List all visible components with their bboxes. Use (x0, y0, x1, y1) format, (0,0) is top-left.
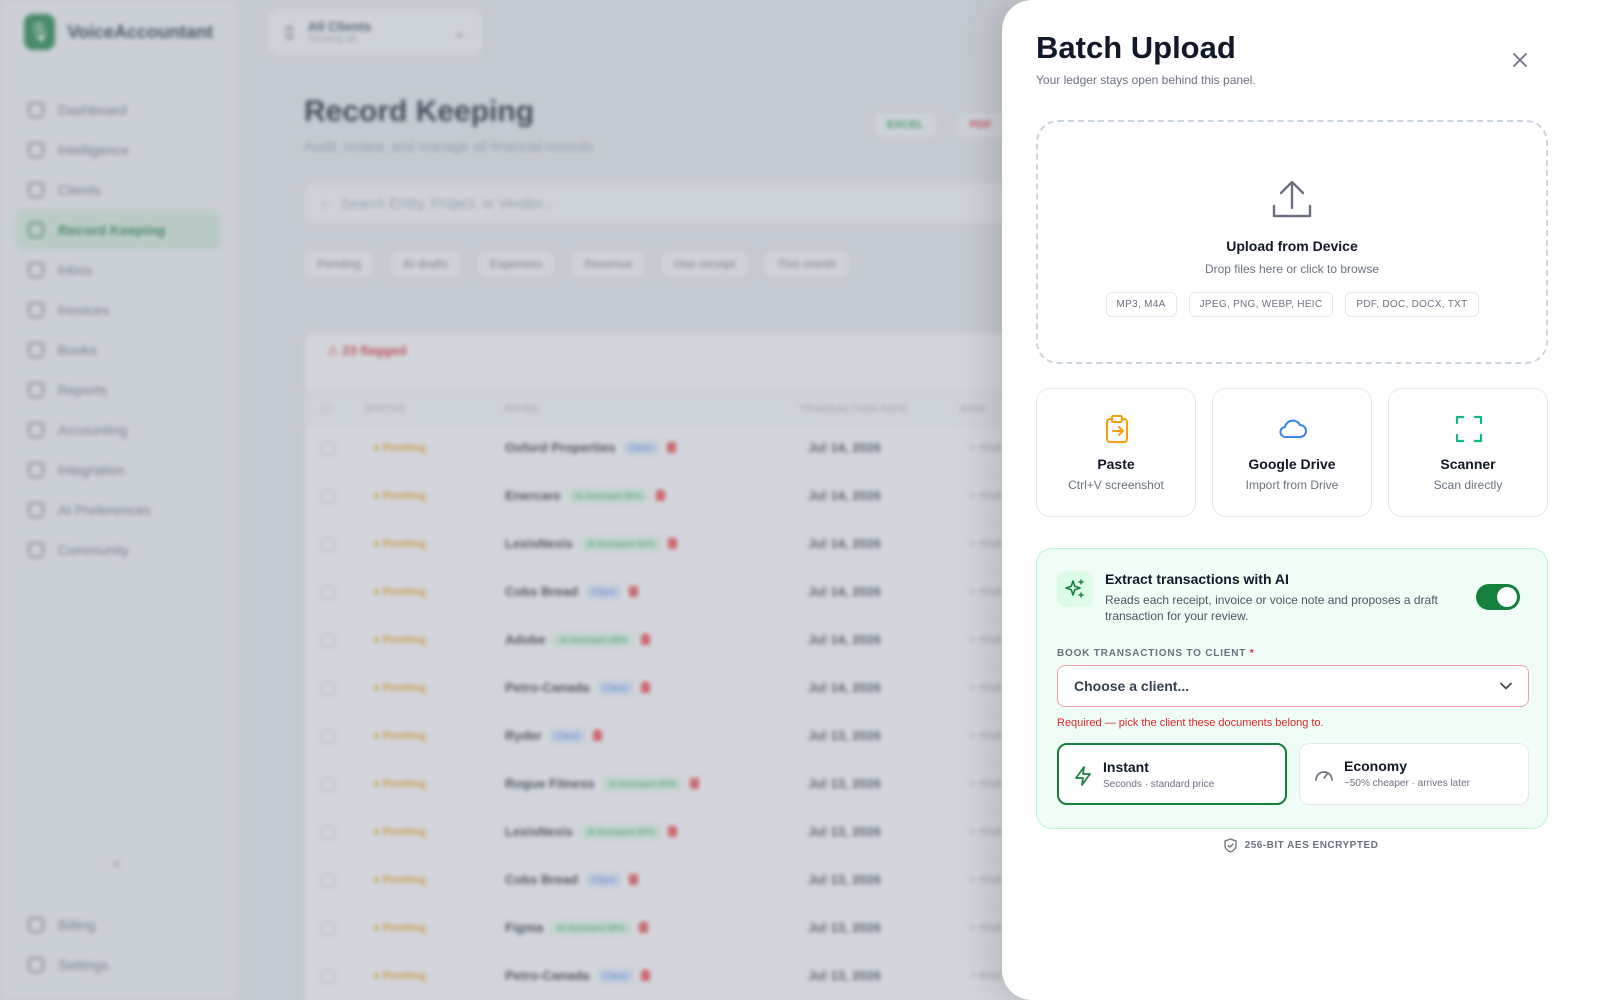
ai-extraction-card: Extract transactions with AI Reads each … (1036, 548, 1548, 829)
scanner-button[interactable]: Scanner Scan directly (1388, 388, 1548, 517)
supported-formats: MP3, M4A JPEG, PNG, WEBP, HEIC PDF, DOC,… (1038, 292, 1546, 317)
processing-speed-options: Instant Seconds · standard price Economy… (1057, 743, 1529, 805)
format-badge-document: PDF, DOC, DOCX, TXT (1345, 292, 1479, 317)
format-badge-audio: MP3, M4A (1105, 292, 1177, 317)
encryption-note: 256-BIT AES ENCRYPTED (1002, 838, 1600, 853)
instant-title: Instant (1103, 759, 1149, 775)
close-button[interactable] (1508, 48, 1532, 72)
bolt-icon (1075, 766, 1091, 786)
ai-description: Reads each receipt, invoice or voice not… (1105, 593, 1438, 623)
dropzone-title: Upload from Device (1226, 238, 1358, 254)
upload-icon (1272, 180, 1312, 218)
required-mark: * (1249, 648, 1255, 659)
chevron-down-icon (1500, 682, 1512, 690)
batch-upload-panel: Batch Upload Your ledger stays open behi… (1002, 0, 1600, 1000)
shield-icon (1224, 838, 1237, 853)
economy-title: Economy (1344, 758, 1408, 774)
paste-title: Paste (1097, 456, 1135, 472)
gauge-icon (1315, 771, 1333, 781)
format-badge-image: JPEG, PNG, WEBP, HEIC (1188, 292, 1334, 317)
sparkles-svg (1065, 579, 1084, 598)
client-select-value: Choose a client... (1074, 678, 1190, 694)
dropzone-subtitle: Drop files here or click to browse (1204, 262, 1380, 276)
paste-subtitle: Ctrl+V screenshot (1068, 478, 1164, 492)
google-drive-title: Google Drive (1248, 456, 1336, 472)
scan-icon (1455, 415, 1483, 443)
google-drive-button[interactable]: Google Drive Import from Drive (1212, 388, 1372, 517)
economy-option[interactable]: Economy ~50% cheaper · arrives later (1299, 743, 1529, 805)
instant-subtitle: Seconds · standard price (1103, 779, 1215, 790)
client-select-dropdown[interactable]: Choose a client... (1057, 665, 1529, 707)
scanner-subtitle: Scan directly (1433, 478, 1503, 492)
client-field-label-text: BOOK TRANSACTIONS TO CLIENT (1057, 648, 1247, 659)
google-drive-subtitle: Import from Drive (1245, 478, 1339, 492)
paste-button[interactable]: Paste Ctrl+V screenshot (1036, 388, 1196, 517)
ai-title: Extract transactions with AI (1105, 571, 1289, 587)
upload-sources: Paste Ctrl+V screenshot Google Drive Imp… (1036, 388, 1548, 517)
cloud-icon (1279, 419, 1307, 438)
close-icon (1513, 53, 1527, 67)
upload-dropzone[interactable]: Upload from Device Drop files here or cl… (1036, 120, 1548, 364)
clipboard-icon (1106, 415, 1128, 443)
encryption-text: 256-BIT AES ENCRYPTED (1244, 840, 1379, 851)
toggle-knob (1497, 587, 1517, 607)
panel-subtitle: Your ledger stays open behind this panel… (1036, 73, 1256, 87)
ai-extraction-toggle[interactable] (1476, 584, 1520, 610)
panel-title: Batch Upload (1036, 30, 1236, 65)
economy-subtitle: ~50% cheaper · arrives later (1344, 778, 1470, 789)
client-error-message: Required — pick the client these documen… (1057, 717, 1324, 729)
scanner-title: Scanner (1440, 456, 1496, 472)
client-field-label: BOOK TRANSACTIONS TO CLIENT * (1057, 648, 1255, 659)
sparkles-icon (1057, 571, 1093, 607)
instant-option[interactable]: Instant Seconds · standard price (1057, 743, 1287, 805)
